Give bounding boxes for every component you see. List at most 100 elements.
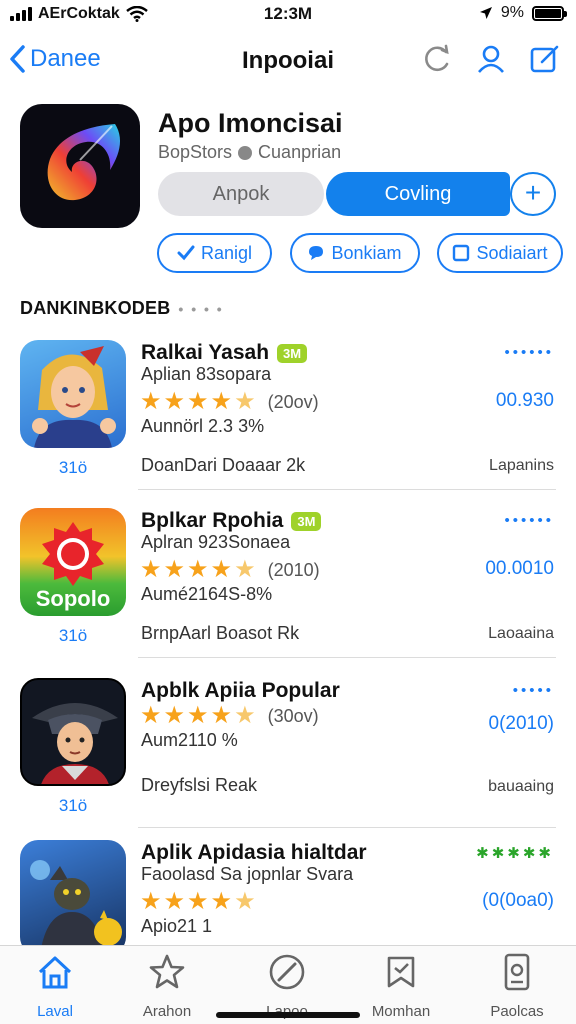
status-bar: AErCoktak 12:3M 9% — [0, 0, 576, 30]
rank-label: 31ö — [58, 796, 88, 815]
half-star-icon: ★ — [234, 556, 256, 583]
location-arrow-icon — [479, 7, 492, 19]
check-icon — [177, 245, 195, 261]
pill-ranking[interactable]: Ranigl — [157, 233, 272, 273]
star-icon: ★ — [210, 556, 233, 583]
price-value[interactable]: 0(2010) — [489, 713, 555, 735]
price-value[interactable]: (0(0oa0) — [482, 890, 554, 912]
status-right: 9% — [479, 4, 567, 22]
more-dots[interactable]: • • • • — [178, 301, 223, 317]
character-icon — [32, 346, 116, 448]
divider — [138, 657, 556, 658]
rating: ★ ★ ★ ★ ★ (2010) — [140, 558, 320, 582]
app-title-text: Ralkai Yasah — [141, 341, 270, 364]
tab-phone[interactable]: Paolcas — [462, 952, 572, 1020]
category-label: Lapanins — [489, 457, 554, 474]
more-dots[interactable]: •••••• — [504, 512, 554, 529]
rating: ★ ★ ★ ★ ★ (30ov) — [140, 704, 319, 728]
app-title-text: Apblk Apiia Popular — [141, 679, 340, 702]
home-indicator[interactable] — [216, 1012, 360, 1018]
person-icon[interactable] — [474, 42, 508, 76]
star-icon: ★ — [187, 888, 209, 915]
tab-bar: Laval Arahon Lapoo Momhan Paolcas — [0, 945, 576, 1024]
phone-icon — [504, 953, 530, 991]
app-subtitle: Aplran 923Sonaea — [141, 532, 291, 552]
tab-home[interactable]: Laval — [0, 952, 110, 1020]
app-developer: BrnpAarl Boasot Rk — [141, 623, 300, 643]
app-title: Bplkar Rpohia 3M — [141, 509, 322, 533]
rating: ★ ★ ★ ★ ★ — [140, 890, 256, 914]
app-subtitle: BopStors Cuanprian — [158, 142, 341, 163]
rating: ★ ★ ★ ★ ★ (20ov) — [140, 390, 319, 414]
pill-label: Bonkiam — [331, 242, 402, 263]
app-icon-pirate — [20, 678, 126, 786]
star-icon: ★ — [163, 702, 186, 729]
half-star-icon: ★ — [234, 702, 256, 729]
more-dots[interactable]: ✱✱✱✱✱ — [476, 844, 554, 862]
tab-label: Paolcas — [490, 1003, 544, 1020]
app-name: Apo Imoncisai — [158, 108, 343, 138]
pill-buttons: Ranigl Bonkiam Sodiaiart — [157, 233, 563, 273]
star-icon: ★ — [163, 556, 186, 583]
more-dots[interactable]: •••••• — [504, 344, 554, 361]
compose-icon[interactable] — [528, 42, 562, 76]
half-star-icon: ★ — [234, 388, 256, 415]
tab-compass[interactable]: Lapoo — [232, 952, 342, 1020]
tab-star[interactable]: Arahon — [112, 952, 222, 1020]
list-item[interactable]: Sopolo 31ö Bplkar Rpohia 3M Aplran 923So… — [0, 498, 576, 658]
app-icon-flower: Sopolo — [20, 508, 126, 616]
app-icon — [20, 104, 140, 228]
divider — [138, 827, 556, 828]
flower-logo-icon: Sopolo — [36, 522, 111, 611]
price-value[interactable]: 00.0010 — [485, 558, 554, 580]
refresh-icon[interactable] — [420, 42, 454, 76]
app-subtitle: Faoolasd Sa jopnlar Svara — [141, 864, 354, 884]
star-icon: ★ — [210, 888, 233, 915]
tab-bookmark[interactable]: Momhan — [346, 952, 456, 1020]
star-icon: ★ — [187, 702, 209, 729]
app-title: Apblk Apiia Popular — [141, 679, 340, 703]
list-item[interactable]: 31ö Apblk Apiia Popular ★ ★ ★ ★ ★ (30ov) Aum… — [0, 668, 576, 828]
pill-social[interactable]: Sodiaiart — [437, 233, 563, 273]
app-developer: DoanDari Doaaar 2k — [141, 455, 306, 475]
add-button[interactable]: + — [510, 172, 556, 216]
app-logo-swirl-icon — [47, 124, 121, 201]
app-title: Aplik Apidasia hialtdar — [141, 841, 367, 865]
app-subtitle: Aplian 83sopara — [141, 364, 272, 384]
primary-button[interactable]: Covling — [326, 172, 510, 216]
more-dots[interactable]: ••••• — [513, 682, 554, 699]
separator-dot-icon — [238, 145, 253, 160]
square-icon — [453, 244, 470, 262]
star-icon: ★ — [187, 388, 209, 415]
compass-icon — [269, 954, 305, 990]
star-icon: ★ — [163, 888, 186, 915]
pill-bookmark[interactable]: Bonkiam — [289, 233, 420, 273]
app-info: Apio21 1 — [141, 916, 213, 936]
icon-wordmark: Sopolo — [36, 586, 111, 611]
app-header: Apo Imoncisai BopStors Cuanprian Anpok C… — [20, 104, 563, 284]
tab-label: Laval — [37, 1003, 73, 1020]
divider — [138, 489, 556, 490]
app-store-label: BopStors — [158, 142, 233, 162]
section-title: DANKINBKODEB • • • • — [20, 298, 224, 319]
category-label: Laoaaina — [488, 625, 554, 642]
tab-label: Momhan — [371, 1003, 431, 1020]
star-icon — [149, 954, 185, 989]
section-heading: DANKINBKODEB — [20, 298, 171, 318]
status-badge: 3M — [291, 511, 322, 531]
nav-actions — [420, 42, 562, 76]
rank-label: 31ö — [58, 458, 88, 477]
pirate-character-icon — [32, 703, 118, 784]
home-icon — [38, 956, 72, 989]
app-info: Aumé2164S-8% — [141, 584, 273, 604]
speech-bubble-icon — [309, 246, 324, 260]
secondary-button[interactable]: Anpok — [158, 172, 324, 216]
star-icon: ★ — [140, 556, 162, 583]
price-value[interactable]: 00.930 — [496, 390, 554, 412]
app-title-text: Aplik Apidasia hialtdar — [141, 841, 367, 864]
rank-label: 31ö — [58, 626, 88, 645]
app-title-text: Bplkar Rpohia — [141, 509, 284, 532]
rating-count: (20ov) — [267, 391, 319, 412]
list-item[interactable]: 31ö Ralkai Yasah 3M Aplian 83sopara ★ ★ ★ ★… — [0, 330, 576, 490]
app-icon-warrior-girl — [20, 340, 126, 448]
